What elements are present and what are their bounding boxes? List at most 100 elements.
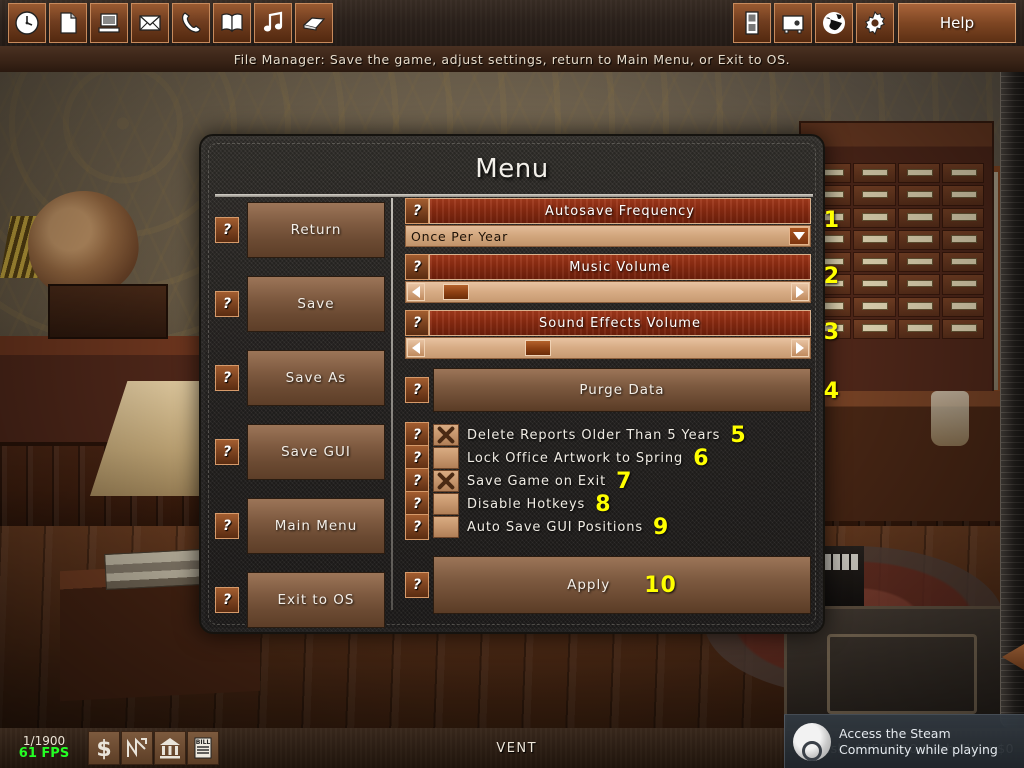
delete-reports-checkbox[interactable]	[433, 424, 459, 446]
sound-effects-volume-control: ? Sound Effects Volume 3	[405, 310, 839, 359]
checkbox-row-lock-artwork: ? Lock Office Artwork to Spring 6	[405, 445, 811, 471]
help-chip-save[interactable]: ?	[215, 291, 239, 317]
music-increase-arrow-icon[interactable]	[791, 283, 809, 301]
gear-icon[interactable]	[856, 3, 894, 43]
checkbox-group: ? Delete Reports Older Than 5 Years 5 ? …	[405, 422, 811, 540]
help-chip-exit-to-os[interactable]: ?	[215, 587, 239, 613]
vent-status-text: VENT	[496, 740, 538, 756]
lock-artwork-checkbox[interactable]	[433, 447, 459, 469]
steam-notification-text: Access the Steam Community while playing	[839, 726, 998, 757]
title-divider	[215, 194, 813, 197]
menu-row-return: ? Return	[215, 202, 385, 258]
help-chip-main-menu[interactable]: ?	[215, 513, 239, 539]
help-chip-auto-save-gui[interactable]: ?	[405, 514, 429, 540]
menu-row-main-menu: ? Main Menu	[215, 498, 385, 554]
steam-notification[interactable]: Access the Steam Community while playing	[784, 714, 1024, 768]
steam-logo-icon	[793, 722, 831, 761]
main-menu-button[interactable]: Main Menu	[247, 498, 385, 554]
autosave-header-row: ? Autosave Frequency	[405, 198, 811, 224]
number-tag-10: 10	[644, 572, 677, 598]
help-chip-autosave[interactable]: ?	[405, 198, 429, 224]
apply-button-label: Apply	[567, 577, 611, 593]
dollar-icon[interactable]: $	[88, 731, 120, 765]
delete-reports-label: Delete Reports Older Than 5 Years	[467, 427, 721, 443]
sound-header-row: ? Sound Effects Volume	[405, 310, 811, 336]
menu-row-exit-to-os: ? Exit to OS	[215, 572, 385, 628]
exit-to-os-button[interactable]: Exit to OS	[247, 572, 385, 628]
help-chip-save-gui[interactable]: ?	[215, 439, 239, 465]
toolbar-right-group	[733, 3, 894, 43]
help-chip-save-as[interactable]: ?	[215, 365, 239, 391]
help-chip-sound-volume[interactable]: ?	[405, 310, 429, 336]
clock-icon[interactable]	[8, 3, 46, 43]
safe-icon[interactable]	[774, 3, 812, 43]
number-tag-6: 6	[693, 445, 709, 471]
menu-dialog: Menu ? Return ? Save ? Save As ? Save GU…	[199, 134, 839, 634]
sound-effects-volume-slider[interactable]	[405, 337, 811, 359]
auto-save-gui-positions-checkbox[interactable]	[433, 516, 459, 538]
autosave-frequency-select[interactable]: Once Per Year	[405, 225, 811, 247]
autosave-selected-value: Once Per Year	[411, 228, 509, 244]
purge-data-row: ? Purge Data 4	[405, 368, 839, 412]
document-icon[interactable]	[49, 3, 87, 43]
help-chip-return[interactable]: ?	[215, 217, 239, 243]
globe-icon[interactable]	[815, 3, 853, 43]
column-divider	[391, 198, 393, 610]
menu-row-save: ? Save	[215, 276, 385, 332]
purge-data-button[interactable]: Purge Data	[433, 368, 811, 412]
sound-decrease-arrow-icon[interactable]	[407, 339, 425, 357]
music-header-row: ? Music Volume	[405, 254, 811, 280]
number-tag-8: 8	[595, 491, 611, 517]
chart-icon[interactable]	[121, 731, 153, 765]
apply-button[interactable]: Apply 10	[433, 556, 811, 614]
svg-text:BILL: BILL	[196, 739, 211, 746]
music-volume-control: ? Music Volume 2	[405, 254, 839, 303]
mail-icon[interactable]	[131, 3, 169, 43]
top-toolbar: Help	[0, 0, 1024, 46]
help-button[interactable]: Help	[898, 3, 1016, 43]
music-volume-label: Music Volume	[429, 254, 811, 280]
lock-artwork-label: Lock Office Artwork to Spring	[467, 450, 684, 466]
save-gui-button[interactable]: Save GUI	[247, 424, 385, 480]
return-button[interactable]: Return	[247, 202, 385, 258]
music-decrease-arrow-icon[interactable]	[407, 283, 425, 301]
left-button-column: ? Return ? Save ? Save As ? Save GUI ? M…	[215, 202, 385, 628]
checkbox-row-delete-reports: ? Delete Reports Older Than 5 Years 5	[405, 422, 811, 448]
bill-icon[interactable]: BILL	[187, 731, 219, 765]
checkbox-row-save-on-exit: ? Save Game on Exit 7	[405, 468, 811, 494]
left-arrow-icon[interactable]	[1002, 644, 1024, 670]
save-button[interactable]: Save	[247, 276, 385, 332]
computer-icon[interactable]	[90, 3, 128, 43]
save-game-on-exit-label: Save Game on Exit	[467, 473, 607, 489]
info-bar: File Manager: Save the game, adjust sett…	[0, 46, 1024, 72]
help-chip-apply[interactable]: ?	[405, 572, 429, 598]
toolbar-left-group	[8, 3, 333, 43]
save-game-on-exit-checkbox[interactable]	[433, 470, 459, 492]
disable-hotkeys-label: Disable Hotkeys	[467, 496, 586, 512]
number-tag-9: 9	[653, 514, 669, 540]
help-chip-music-volume[interactable]: ?	[405, 254, 429, 280]
menu-row-save-as: ? Save As	[215, 350, 385, 406]
menu-row-save-gui: ? Save GUI	[215, 424, 385, 480]
book-icon[interactable]	[213, 3, 251, 43]
sound-slider-handle[interactable]	[525, 340, 551, 356]
phone-icon[interactable]	[172, 3, 210, 43]
settings-column: ? Autosave Frequency Once Per Year 1 ? M…	[405, 198, 839, 621]
newspaper-icon[interactable]	[295, 3, 333, 43]
save-as-button[interactable]: Save As	[247, 350, 385, 406]
svg-text:$: $	[96, 737, 111, 761]
help-chip-purge-data[interactable]: ?	[405, 377, 429, 403]
date-fps-block: 1/1900 61 FPS	[0, 735, 88, 761]
apply-row: ? Apply 10	[405, 556, 811, 614]
music-volume-slider[interactable]	[405, 281, 811, 303]
steam-line-2: Community while playing	[839, 741, 998, 757]
fps-counter: 61 FPS	[18, 746, 70, 762]
chevron-down-icon[interactable]	[789, 227, 809, 245]
door-icon[interactable]	[733, 3, 771, 43]
music-icon[interactable]	[254, 3, 292, 43]
music-slider-handle[interactable]	[442, 284, 469, 300]
sound-increase-arrow-icon[interactable]	[791, 339, 809, 357]
disable-hotkeys-checkbox[interactable]	[433, 493, 459, 515]
bank-icon[interactable]	[154, 731, 186, 765]
right-edge-panel[interactable]	[1000, 46, 1024, 728]
